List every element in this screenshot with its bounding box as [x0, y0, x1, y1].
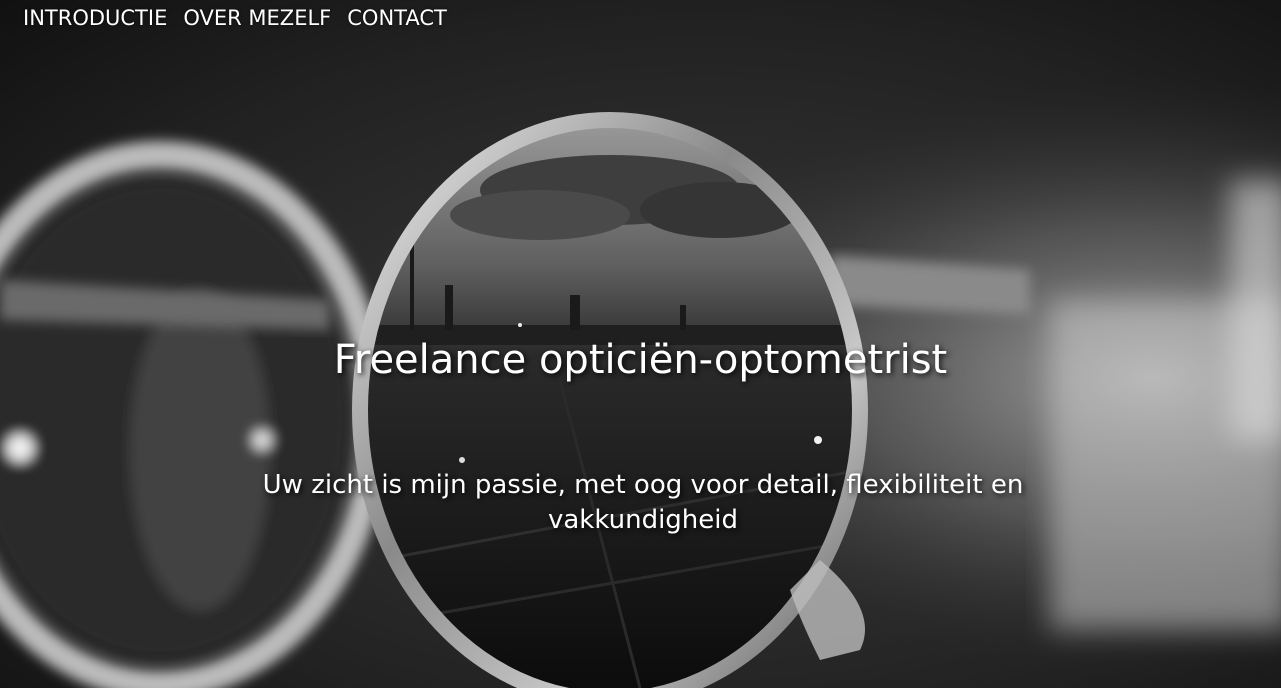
- hero-section: INTRODUCTIE OVER MEZELF CONTACT Freelanc…: [0, 0, 1281, 688]
- nav-item-introductie[interactable]: INTRODUCTIE: [23, 6, 167, 30]
- main-navigation: INTRODUCTIE OVER MEZELF CONTACT: [23, 6, 463, 30]
- hero-title: Freelance opticiën-optometrist: [333, 337, 948, 383]
- hero-subtitle: Uw zicht is mijn passie, met oog voor de…: [262, 470, 1024, 535]
- nav-item-contact[interactable]: CONTACT: [347, 6, 447, 30]
- nav-item-over-mezelf[interactable]: OVER MEZELF: [183, 6, 331, 30]
